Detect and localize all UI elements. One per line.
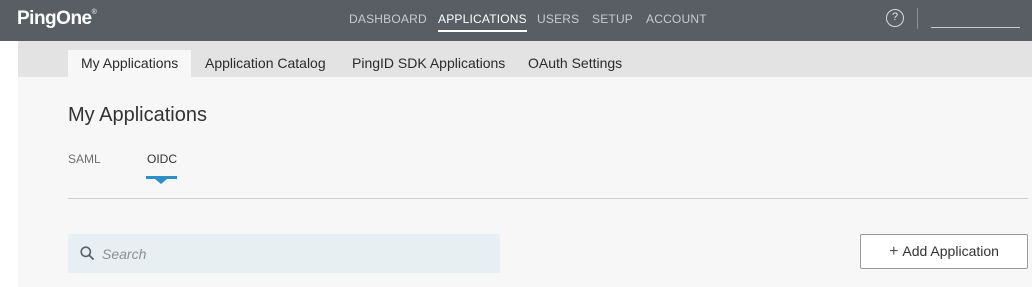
top-navigation-bar: PingOne® DASHBOARD APPLICATIONS USERS SE… bbox=[0, 0, 1032, 41]
page-title: My Applications bbox=[68, 104, 207, 126]
search-box bbox=[68, 234, 500, 273]
section-divider bbox=[68, 198, 1028, 199]
tab-application-catalog[interactable]: Application Catalog bbox=[205, 50, 326, 77]
nav-users[interactable]: USERS bbox=[537, 12, 579, 26]
add-application-button[interactable]: + Add Application bbox=[860, 234, 1028, 269]
help-icon[interactable]: ? bbox=[886, 9, 904, 27]
nav-applications[interactable]: APPLICATIONS bbox=[438, 12, 527, 32]
active-subtab-caret bbox=[155, 179, 167, 184]
search-icon bbox=[80, 246, 94, 260]
main-nav: DASHBOARD APPLICATIONS USERS SETUP ACCOU… bbox=[0, 0, 1032, 41]
tab-pingid-sdk-applications[interactable]: PingID SDK Applications bbox=[352, 50, 505, 77]
search-input[interactable] bbox=[102, 234, 492, 273]
subtab-oidc[interactable]: OIDC bbox=[147, 152, 177, 166]
tab-label: PingID SDK Applications bbox=[352, 55, 506, 71]
nav-dashboard[interactable]: DASHBOARD bbox=[349, 12, 427, 26]
plus-icon: + bbox=[889, 243, 899, 260]
header-divider bbox=[917, 8, 918, 29]
tab-label: My Applications bbox=[81, 55, 179, 71]
left-gutter bbox=[0, 41, 18, 287]
tab-label: OAuth Settings bbox=[528, 55, 623, 71]
add-application-label: Add Application bbox=[902, 243, 999, 259]
application-tabs: My Applications Application Catalog Ping… bbox=[18, 41, 1032, 77]
tab-label: Application Catalog bbox=[205, 55, 326, 71]
user-menu[interactable] bbox=[931, 27, 1020, 28]
nav-setup[interactable]: SETUP bbox=[592, 12, 633, 26]
tab-my-applications[interactable]: My Applications bbox=[68, 50, 192, 77]
subtab-saml[interactable]: SAML bbox=[68, 152, 101, 166]
tab-oauth-settings[interactable]: OAuth Settings bbox=[528, 50, 622, 77]
nav-account[interactable]: ACCOUNT bbox=[646, 12, 707, 26]
